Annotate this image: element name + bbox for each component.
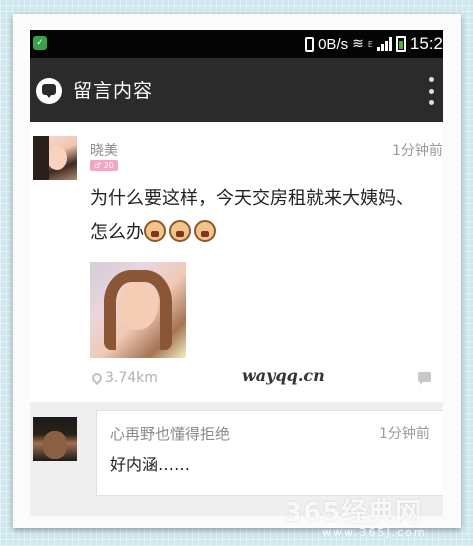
signal-icon — [376, 37, 392, 51]
location-icon — [89, 370, 105, 386]
post-text-line2-content: 怎么办 — [90, 222, 144, 243]
comment-icon[interactable] — [418, 372, 431, 385]
reply-text: 好内涵…… — [110, 455, 191, 474]
emoji-icon — [194, 220, 216, 242]
watermark-text: wayqq.cn — [242, 366, 325, 385]
post-text: 为什么要这样，今天交房租就来大姨妈、 怎么办 — [90, 182, 443, 250]
page-title: 留言内容 — [73, 80, 154, 102]
status-icons: 0B/s ≋ E 15:2 — [305, 34, 443, 54]
distance-text: 3.74km — [105, 370, 158, 386]
reply-time: 1分钟前 — [379, 426, 430, 442]
emoji-icon — [144, 220, 166, 242]
network-type: E — [367, 39, 373, 49]
notification-app-icon: ✓ — [33, 36, 47, 50]
emoji-icon — [169, 220, 191, 242]
reply-card: 心再野也懂得拒绝 1分钟前 好内涵…… — [96, 410, 443, 496]
network-speed: 0B/s — [318, 35, 349, 53]
chat-bubble-icon[interactable] — [36, 78, 62, 104]
reply-username[interactable]: 心再野也懂得拒绝 — [110, 423, 230, 444]
wifi-icon: ≋ — [352, 36, 364, 52]
post-text-line1: 为什么要这样，今天交房租就来大姨妈、 — [90, 188, 414, 209]
post-text-line2: 怎么办 — [90, 216, 443, 250]
level-badge: ♂ 20 — [90, 160, 118, 171]
post-photo[interactable] — [90, 262, 186, 358]
battery-icon — [395, 36, 406, 52]
status-bar: ✓ 0B/s ≋ E 15:2 — [30, 30, 443, 58]
reply-avatar[interactable] — [33, 417, 77, 461]
site-watermark: 365经典网 — [284, 498, 423, 528]
site-watermark-url: www.365J.com — [322, 526, 427, 539]
avatar[interactable] — [33, 136, 77, 180]
post-time: 1分钟前 — [392, 143, 443, 159]
overflow-menu-icon[interactable] — [427, 77, 435, 105]
phone-icon — [305, 36, 315, 52]
level-value: 20 — [103, 161, 114, 170]
phone-screen: ✓ 0B/s ≋ E 15:2 留言内容 晓美 ♂ 20 1分钟前 为什么要这样… — [30, 30, 443, 516]
post-username[interactable]: 晓美 — [90, 140, 118, 160]
app-bar: 留言内容 — [30, 58, 443, 122]
message-post: 晓美 ♂ 20 1分钟前 为什么要这样，今天交房租就来大姨妈、 怎么办 3.74… — [30, 122, 443, 402]
clock: 15:2 — [409, 34, 443, 53]
